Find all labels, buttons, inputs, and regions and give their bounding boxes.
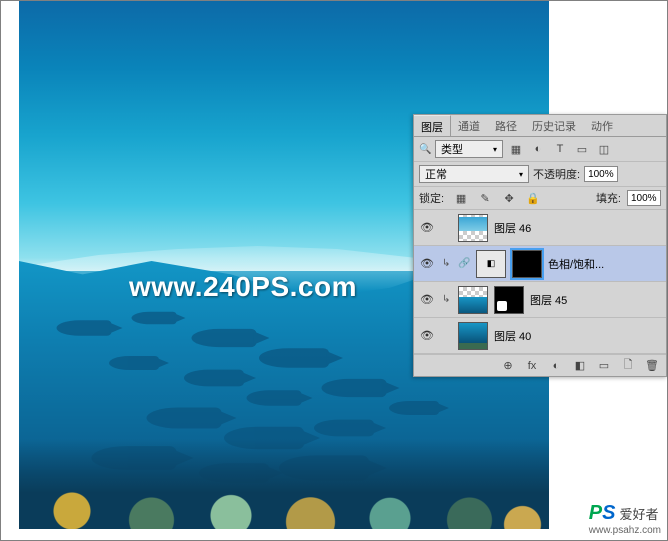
filter-row: 类型 ▾ ▦ ◐ T ▭ ◫ xyxy=(414,137,666,162)
layer-thumbnail[interactable]: ◧ xyxy=(476,250,506,278)
new-layer-icon[interactable]: 🗋 xyxy=(620,358,636,374)
filter-adjust-icon[interactable]: ◐ xyxy=(529,141,547,157)
tab-channels[interactable]: 通道 xyxy=(451,115,488,136)
panel-footer: ⊕ fx ◐ ◧ ▭ 🗋 🗑 xyxy=(414,354,666,376)
layer-item[interactable]: 👁 ↳ 图层 45 xyxy=(414,282,666,318)
lock-position-icon[interactable]: ✥ xyxy=(500,190,518,206)
layer-thumbnail[interactable] xyxy=(458,322,488,350)
logo-url: www.psahz.com xyxy=(589,525,661,536)
filter-text-icon[interactable]: T xyxy=(551,141,569,157)
link-icon[interactable]: 🔗 xyxy=(458,258,470,269)
filter-type-select[interactable]: 类型 ▾ xyxy=(435,140,503,158)
opacity-label: 不透明度: xyxy=(533,166,580,182)
fill-input[interactable]: 100% xyxy=(627,190,661,206)
layer-name[interactable]: 图层 40 xyxy=(494,328,662,344)
blend-mode-select[interactable]: 正常 ▾ xyxy=(419,165,529,183)
center-watermark: www.240PS.com xyxy=(129,271,357,303)
trash-icon[interactable]: 🗑 xyxy=(644,358,660,374)
clip-arrow-icon: ↳ xyxy=(442,258,452,269)
corner-watermark: PS 爱好者 www.psahz.com xyxy=(589,502,661,536)
layers-list: 👁 图层 46 👁 ↳ 🔗 ◧ 色相/饱和... 👁 ↳ xyxy=(414,210,666,354)
clip-arrow-icon: ↳ xyxy=(442,294,452,305)
lock-label: 锁定: xyxy=(419,190,444,206)
logo-s: S xyxy=(602,502,615,524)
blend-row: 正常 ▾ 不透明度: 100% xyxy=(414,162,666,187)
search-icon xyxy=(419,143,431,155)
lock-transparent-icon[interactable]: ▦ xyxy=(452,190,470,206)
layer-item[interactable]: 👁 图层 46 xyxy=(414,210,666,246)
lock-all-icon[interactable]: 🔒 xyxy=(524,190,542,206)
visibility-eye-icon[interactable]: 👁 xyxy=(418,291,436,309)
fill-label: 填充: xyxy=(596,190,621,206)
filter-pixel-icon[interactable]: ▦ xyxy=(507,141,525,157)
layer-name[interactable]: 色相/饱和... xyxy=(548,256,662,272)
mask-icon[interactable]: ◐ xyxy=(548,358,564,374)
layer-name[interactable]: 图层 46 xyxy=(494,220,662,236)
lock-row: 锁定: ▦ ✎ ✥ 🔒 填充: 100% xyxy=(414,187,666,210)
tab-history[interactable]: 历史记录 xyxy=(525,115,584,136)
layer-thumbnail[interactable] xyxy=(458,214,488,242)
coral-reef xyxy=(19,439,549,529)
visibility-eye-icon[interactable]: 👁 xyxy=(418,255,436,273)
layer-item[interactable]: 👁 ↳ 🔗 ◧ 色相/饱和... xyxy=(414,246,666,282)
link-layers-icon[interactable]: ⊕ xyxy=(500,358,516,374)
tab-layers[interactable]: 图层 xyxy=(414,115,451,136)
group-icon[interactable]: ▭ xyxy=(596,358,612,374)
layer-name[interactable]: 图层 45 xyxy=(530,292,662,308)
layers-panel: 图层 通道 路径 历史记录 动作 类型 ▾ ▦ ◐ T ▭ ◫ 正常 ▾ 不透明… xyxy=(413,114,667,377)
tab-actions[interactable]: 动作 xyxy=(584,115,621,136)
filter-shape-icon[interactable]: ▭ xyxy=(573,141,591,157)
chevron-down-icon: ▾ xyxy=(519,170,523,179)
layer-mask-thumbnail[interactable] xyxy=(494,286,524,314)
layer-thumbnail[interactable] xyxy=(458,286,488,314)
chevron-down-icon: ▾ xyxy=(493,145,497,154)
logo-p: P xyxy=(589,502,602,524)
layer-mask-thumbnail[interactable] xyxy=(512,250,542,278)
filter-label: 类型 xyxy=(441,141,463,157)
tab-paths[interactable]: 路径 xyxy=(488,115,525,136)
fx-icon[interactable]: fx xyxy=(524,358,540,374)
filter-smart-icon[interactable]: ◫ xyxy=(595,141,613,157)
panel-tabs: 图层 通道 路径 历史记录 动作 xyxy=(414,115,666,137)
layer-item[interactable]: 👁 图层 40 xyxy=(414,318,666,354)
blend-mode-value: 正常 xyxy=(425,166,447,182)
opacity-input[interactable]: 100% xyxy=(584,166,618,182)
adjustment-icon[interactable]: ◧ xyxy=(572,358,588,374)
visibility-eye-icon[interactable]: 👁 xyxy=(418,219,436,237)
visibility-eye-icon[interactable]: 👁 xyxy=(418,327,436,345)
lock-paint-icon[interactable]: ✎ xyxy=(476,190,494,206)
logo-text: 爱好者 xyxy=(619,507,658,522)
